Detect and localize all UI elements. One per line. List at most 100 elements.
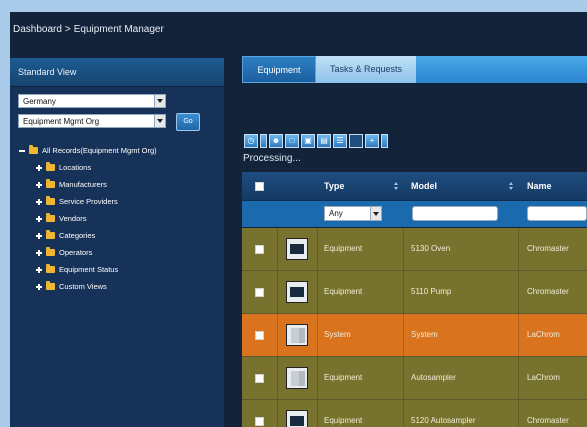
expand-icon[interactable] — [36, 249, 42, 256]
tree-item-categories[interactable]: Categories — [19, 227, 157, 244]
equipment-thumbnail[interactable] — [286, 367, 308, 389]
sort-icon[interactable] — [509, 182, 513, 190]
table-row[interactable]: System System LaChrom — [242, 314, 587, 357]
folder-icon — [46, 281, 55, 290]
row-thumbnail-cell — [277, 357, 318, 399]
tree-item-label: Locations — [59, 163, 92, 172]
add-user-icon[interactable]: ☻ — [269, 134, 283, 148]
row-checkbox[interactable] — [255, 416, 264, 426]
table-row[interactable]: Equipment Autosampler LaChrom — [242, 357, 587, 400]
table-row[interactable]: Equipment 5120 Autosampler Chromaster — [242, 400, 587, 427]
table-row[interactable]: Equipment 5110 Pump Chromaster — [242, 271, 587, 314]
tree-item-service-providers[interactable]: Service Providers — [19, 193, 157, 210]
expand-icon[interactable] — [36, 215, 42, 222]
org-select[interactable]: Equipment Mgmt Org — [18, 114, 166, 128]
folder-icon — [46, 247, 55, 256]
row-checkbox[interactable] — [255, 373, 264, 383]
tree-item-equipment-status[interactable]: Equipment Status — [19, 261, 157, 278]
column-header-label: Name — [527, 181, 552, 191]
row-thumbnail-cell — [277, 400, 318, 427]
tree-item-vendors[interactable]: Vendors — [19, 210, 157, 227]
type-filter-value: Any — [329, 209, 343, 218]
tree-item-custom-views[interactable]: Custom Views — [19, 278, 157, 295]
row-checkbox-cell — [242, 314, 278, 356]
clock-icon[interactable]: ◷ — [244, 134, 258, 148]
type-filter-cell: Any — [324, 201, 384, 227]
expand-icon[interactable] — [36, 283, 42, 290]
collapse-icon[interactable] — [19, 148, 25, 154]
export-icon[interactable]: ▣ — [301, 134, 315, 148]
tree-root-label: All Records(Equipment Mgmt Org) — [42, 146, 157, 155]
row-checkbox-cell — [242, 400, 278, 427]
column-header-type[interactable]: Type — [317, 172, 404, 200]
export-alt-icon[interactable]: ▤ — [317, 134, 331, 148]
grid-header: Type Model Name — [242, 172, 587, 201]
tree-item-label: Manufacturers — [59, 180, 107, 189]
select-all-cell — [242, 172, 277, 200]
row-thumbnail-cell — [277, 228, 318, 270]
chevron-down-icon — [370, 207, 381, 220]
tab-equipment[interactable]: Equipment — [242, 56, 316, 83]
expand-icon[interactable] — [36, 198, 42, 205]
chevron-down-icon[interactable] — [260, 134, 267, 148]
row-checkbox[interactable] — [255, 330, 264, 340]
column-header-name[interactable]: Name — [519, 172, 587, 200]
equipment-thumbnail[interactable] — [286, 238, 308, 260]
row-model: Autosampler — [404, 357, 519, 399]
status-text: Processing... — [243, 153, 301, 164]
barcode-icon[interactable]: ☰ — [333, 134, 347, 148]
expand-icon[interactable] — [36, 164, 42, 171]
row-checkbox-cell — [242, 357, 278, 399]
breadcrumb-dashboard-link[interactable]: Dashboard — [13, 24, 62, 35]
select-all-checkbox[interactable] — [255, 181, 264, 191]
row-name: LaChrom — [527, 330, 560, 339]
expand-icon[interactable] — [36, 232, 42, 239]
tree-item-locations[interactable]: Locations — [19, 159, 157, 176]
row-name: Chromaster — [527, 416, 569, 425]
row-checkbox[interactable] — [255, 244, 264, 254]
equipment-thumbnail[interactable] — [286, 410, 308, 427]
folder-icon — [29, 145, 38, 154]
tree-root[interactable]: All Records(Equipment Mgmt Org) — [19, 142, 157, 159]
column-header-label: Model — [411, 181, 437, 191]
column-header-label: Type — [324, 181, 345, 191]
plus-icon[interactable]: + — [365, 134, 379, 148]
row-name: Chromaster — [527, 244, 569, 253]
chevron-down-icon — [154, 115, 165, 127]
row-type: System — [317, 314, 404, 356]
pdf-icon[interactable]: □ — [285, 134, 299, 148]
country-select[interactable]: Germany — [18, 94, 166, 108]
chevron-down-icon[interactable] — [381, 134, 388, 148]
go-button[interactable]: Go — [176, 113, 200, 131]
row-checkbox-cell — [242, 271, 278, 313]
row-model: 5110 Pump — [404, 271, 519, 313]
breadcrumb: Dashboard > Equipment Manager — [13, 24, 164, 35]
app-window: Dashboard > Equipment Manager Standard Vie… — [10, 12, 587, 427]
tree-item-label: Categories — [59, 231, 96, 240]
tree-item-manufacturers[interactable]: Manufacturers — [19, 176, 157, 193]
folder-icon — [46, 213, 55, 222]
row-model: System — [404, 314, 519, 356]
delete-icon[interactable] — [349, 134, 363, 148]
row-checkbox[interactable] — [255, 287, 264, 297]
tree-item-label: Operators — [59, 248, 93, 257]
row-type: Equipment — [317, 400, 404, 427]
tab-tasks-requests[interactable]: Tasks & Requests — [316, 56, 416, 83]
column-header-model[interactable]: Model — [404, 172, 519, 200]
type-filter-select[interactable]: Any — [324, 206, 382, 221]
row-type: Equipment — [317, 357, 404, 399]
expand-icon[interactable] — [36, 181, 42, 188]
tree-item-operators[interactable]: Operators — [19, 244, 157, 261]
equipment-thumbnail[interactable] — [286, 324, 308, 346]
equipment-thumbnail[interactable] — [286, 281, 308, 303]
folder-icon — [46, 264, 55, 273]
sort-icon[interactable] — [394, 182, 398, 190]
row-type: Equipment — [317, 228, 404, 270]
table-row[interactable]: Equipment 5130 Oven Chromaster — [242, 228, 587, 271]
org-select-value: Equipment Mgmt Org — [23, 117, 100, 126]
row-name: Chromaster — [527, 287, 569, 296]
name-filter-input[interactable] — [527, 206, 587, 221]
expand-icon[interactable] — [36, 266, 42, 273]
breadcrumb-current: Equipment Manager — [73, 24, 164, 35]
model-filter-input[interactable] — [412, 206, 498, 221]
